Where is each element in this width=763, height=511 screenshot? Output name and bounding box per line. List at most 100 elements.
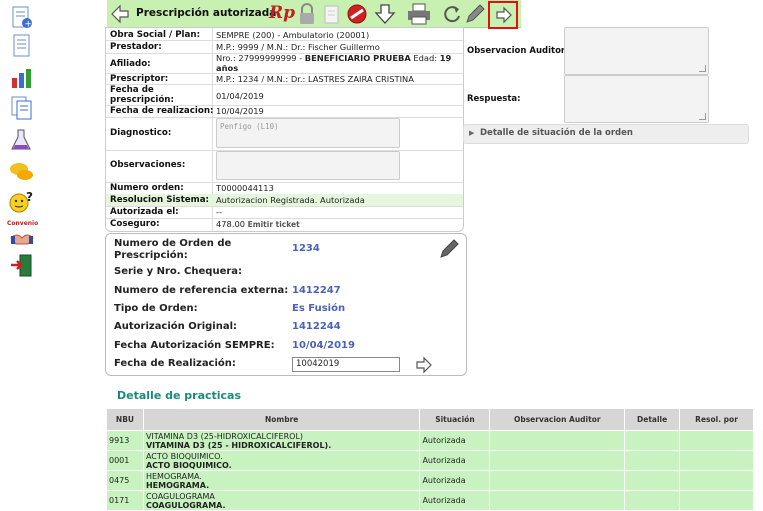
convenio-icon[interactable]: Convenio [7,220,38,248]
column-header[interactable]: Detalle [624,408,681,431]
pencil-icon[interactable] [464,3,486,24]
nombre-line1: COAGULOGRAMA [145,491,215,501]
observacion-auditor-textarea[interactable] [564,27,709,75]
emitir-ticket-link[interactable]: Emitir ticket [248,220,300,229]
exit-door-icon[interactable] [9,254,35,278]
fecha-prescripcion-row: Fecha de prescripción: 01/04/2019 [106,84,463,106]
nbu-cell: 0475 [106,470,144,491]
left-sidebar: + ? Convenio [0,0,44,509]
download-arrow-icon[interactable] [374,3,396,24]
afiliado-age: 19 [439,53,452,63]
refresh-icon[interactable] [441,3,463,24]
nombre-line2: COAGULOGRAMA. [145,500,226,510]
table-row[interactable]: 9913 VITAMINA D3 (25-HIDROXICALCIFEROL) V… [106,430,754,451]
nombre-cell: VITAMINA D3 (25-HIDROXICALCIFEROL) VITAMI… [142,430,421,451]
situacion-cell: Autorizada [419,430,491,451]
nombre-line2: VITAMINA D3 (25 - HIDROXICALCIFEROL). [145,440,332,450]
observacion-auditor-label: Observacion Auditor [467,46,566,56]
back-arrow-icon[interactable] [110,4,132,25]
fecha-realizacion-input[interactable]: 10042019 [292,357,400,372]
column-header[interactable]: Situación [419,408,491,431]
new-document-icon[interactable]: + [9,6,35,30]
lab-flask-icon[interactable] [9,128,35,152]
triangle-right-icon: ▶ [469,129,475,137]
fecha-realizacion-value: 10/04/2019 [216,106,264,116]
detalle-situacion-accordion[interactable]: ▶ Detalle de situación de la orden [463,124,749,144]
autorizada-el-value: -- [216,207,222,217]
table-row[interactable]: 0171 COAGULOGRAMA COAGULOGRAMA. Autorizad… [106,490,754,511]
afiliado-label: Afiliado: [110,59,151,69]
fecha-prescripcion-label: Fecha de prescripción: [110,85,174,105]
column-header[interactable]: Nombre [142,408,421,431]
diagnostico-textarea[interactable]: Penfigo (L10) [216,118,400,148]
resize-grip-icon[interactable] [699,65,706,72]
edit-pencil-icon[interactable] [439,239,459,262]
toolbar: Prescripción autorizada. Rp [107,0,521,28]
resolucion-label: Resolucion Sistema: [110,195,210,205]
report-icon[interactable] [9,96,35,120]
table-row[interactable]: 0475 HEMOGRAMA. HEMOGRAMA. Autorizada [106,470,754,491]
numero-orden-prescripcion-label-line1: Numero de Orden de [114,238,232,249]
page-title: Prescripción autorizada. [136,7,281,19]
autorizacion-original-label: Autorización Original: [114,321,238,332]
numero-orden-label: Numero orden: [110,183,184,193]
respuesta-label: Respuesta: [467,94,521,104]
detalle-cell [624,490,681,511]
tipo-orden-label: Tipo de Orden: [114,303,198,314]
fecha-realizacion-label: Fecha de realizacion: [110,106,214,116]
situacion-cell: Autorizada [419,470,491,491]
detalle-cell [624,430,681,451]
afiliado-number: Nro.: 27999999999 - [216,53,305,63]
edit-document-icon[interactable] [321,3,343,24]
resize-grip-icon[interactable] [699,113,706,120]
go-arrow-icon[interactable] [415,356,433,377]
cancel-icon[interactable] [346,3,368,24]
nbu-cell: 0171 [106,490,144,511]
svg-text:?: ? [26,190,33,204]
svg-text:+: + [25,20,33,30]
fecha-autorizacion-value: 10/04/2019 [292,340,355,351]
afiliado-name: BENEFICIARIO PRUEBA [304,53,411,63]
table-header-row: NBU Nombre Situación Observacion Auditor… [106,408,754,431]
column-header[interactable]: NBU [106,408,144,431]
observacion-cell [489,470,626,491]
numero-orden-prescripcion-value: 1234 [292,243,320,254]
print-icon[interactable] [407,3,430,25]
detalle-situacion-label: Detalle de situación de la orden [480,128,633,138]
afiliado-edad-label: Edad: [410,53,440,63]
numero-orden-prescripcion-label: Numero de Orden de Prescripción: [114,238,231,262]
rp-icon[interactable]: Rp [269,3,295,23]
fecha-prescripcion-label-line1: Fecha de [110,85,154,95]
obra-social-label: Obra Social / Plan: [110,30,201,40]
fecha-prescripcion-value: 01/04/2019 [216,91,264,101]
fecha-realizacion-label: Fecha de Realización: [114,358,236,369]
prestador-row: Prestador: M.P.: 9999 / M.N.: Dr.: Fisch… [106,40,463,54]
order-details-box: Numero de Orden de Prescripción: 1234 Ser… [105,233,467,376]
observacion-cell [489,490,626,511]
diagnostico-row: Diagnostico: Penfigo (L10) [106,117,463,151]
nombre-line1: HEMOGRAMA. [145,471,202,481]
referencia-externa-value: 1412247 [292,285,341,296]
chat-bubbles-icon[interactable] [9,160,35,184]
fecha-autorizacion-label: Fecha Autorización SEMPRE: [114,340,275,351]
column-header[interactable]: Observacion Auditor [489,408,626,431]
forward-arrow-icon[interactable] [495,6,513,27]
observaciones-row: Observaciones: [106,150,463,183]
coseguro-row: Coseguro: 478.00 Emitir ticket [106,218,463,231]
diagnostico-label: Diagnostico: [110,128,172,138]
afiliado-row: Afiliado: Nro.: 27999999999 - BENEFICIAR… [106,53,463,74]
document-icon[interactable] [9,34,35,58]
prescriptor-value: M.P.: 1234 / M.N.: Dr.: LASTRES ZAIRA CR… [216,74,414,84]
lock-icon[interactable] [296,3,318,24]
table-row[interactable]: 0001 ACTO BIOQUIMICO. ACTO BIOQUIMICO. Au… [106,450,754,471]
nombre-line2: ACTO BIOQUIMICO. [145,460,232,470]
referencia-externa-label: Numero de referencia externa: [114,285,289,296]
help-face-icon[interactable]: ? [9,190,35,214]
column-header[interactable]: Resol. por [679,408,754,431]
bar-chart-icon[interactable] [9,66,35,90]
observaciones-textarea[interactable] [216,151,400,180]
respuesta-textarea[interactable] [564,75,709,123]
nombre-line2: HEMOGRAMA. [145,480,210,490]
nombre-cell: HEMOGRAMA. HEMOGRAMA. [142,470,421,491]
afiliado-value: Nro.: 27999999999 - BENEFICIARIO PRUEBA … [216,53,451,73]
